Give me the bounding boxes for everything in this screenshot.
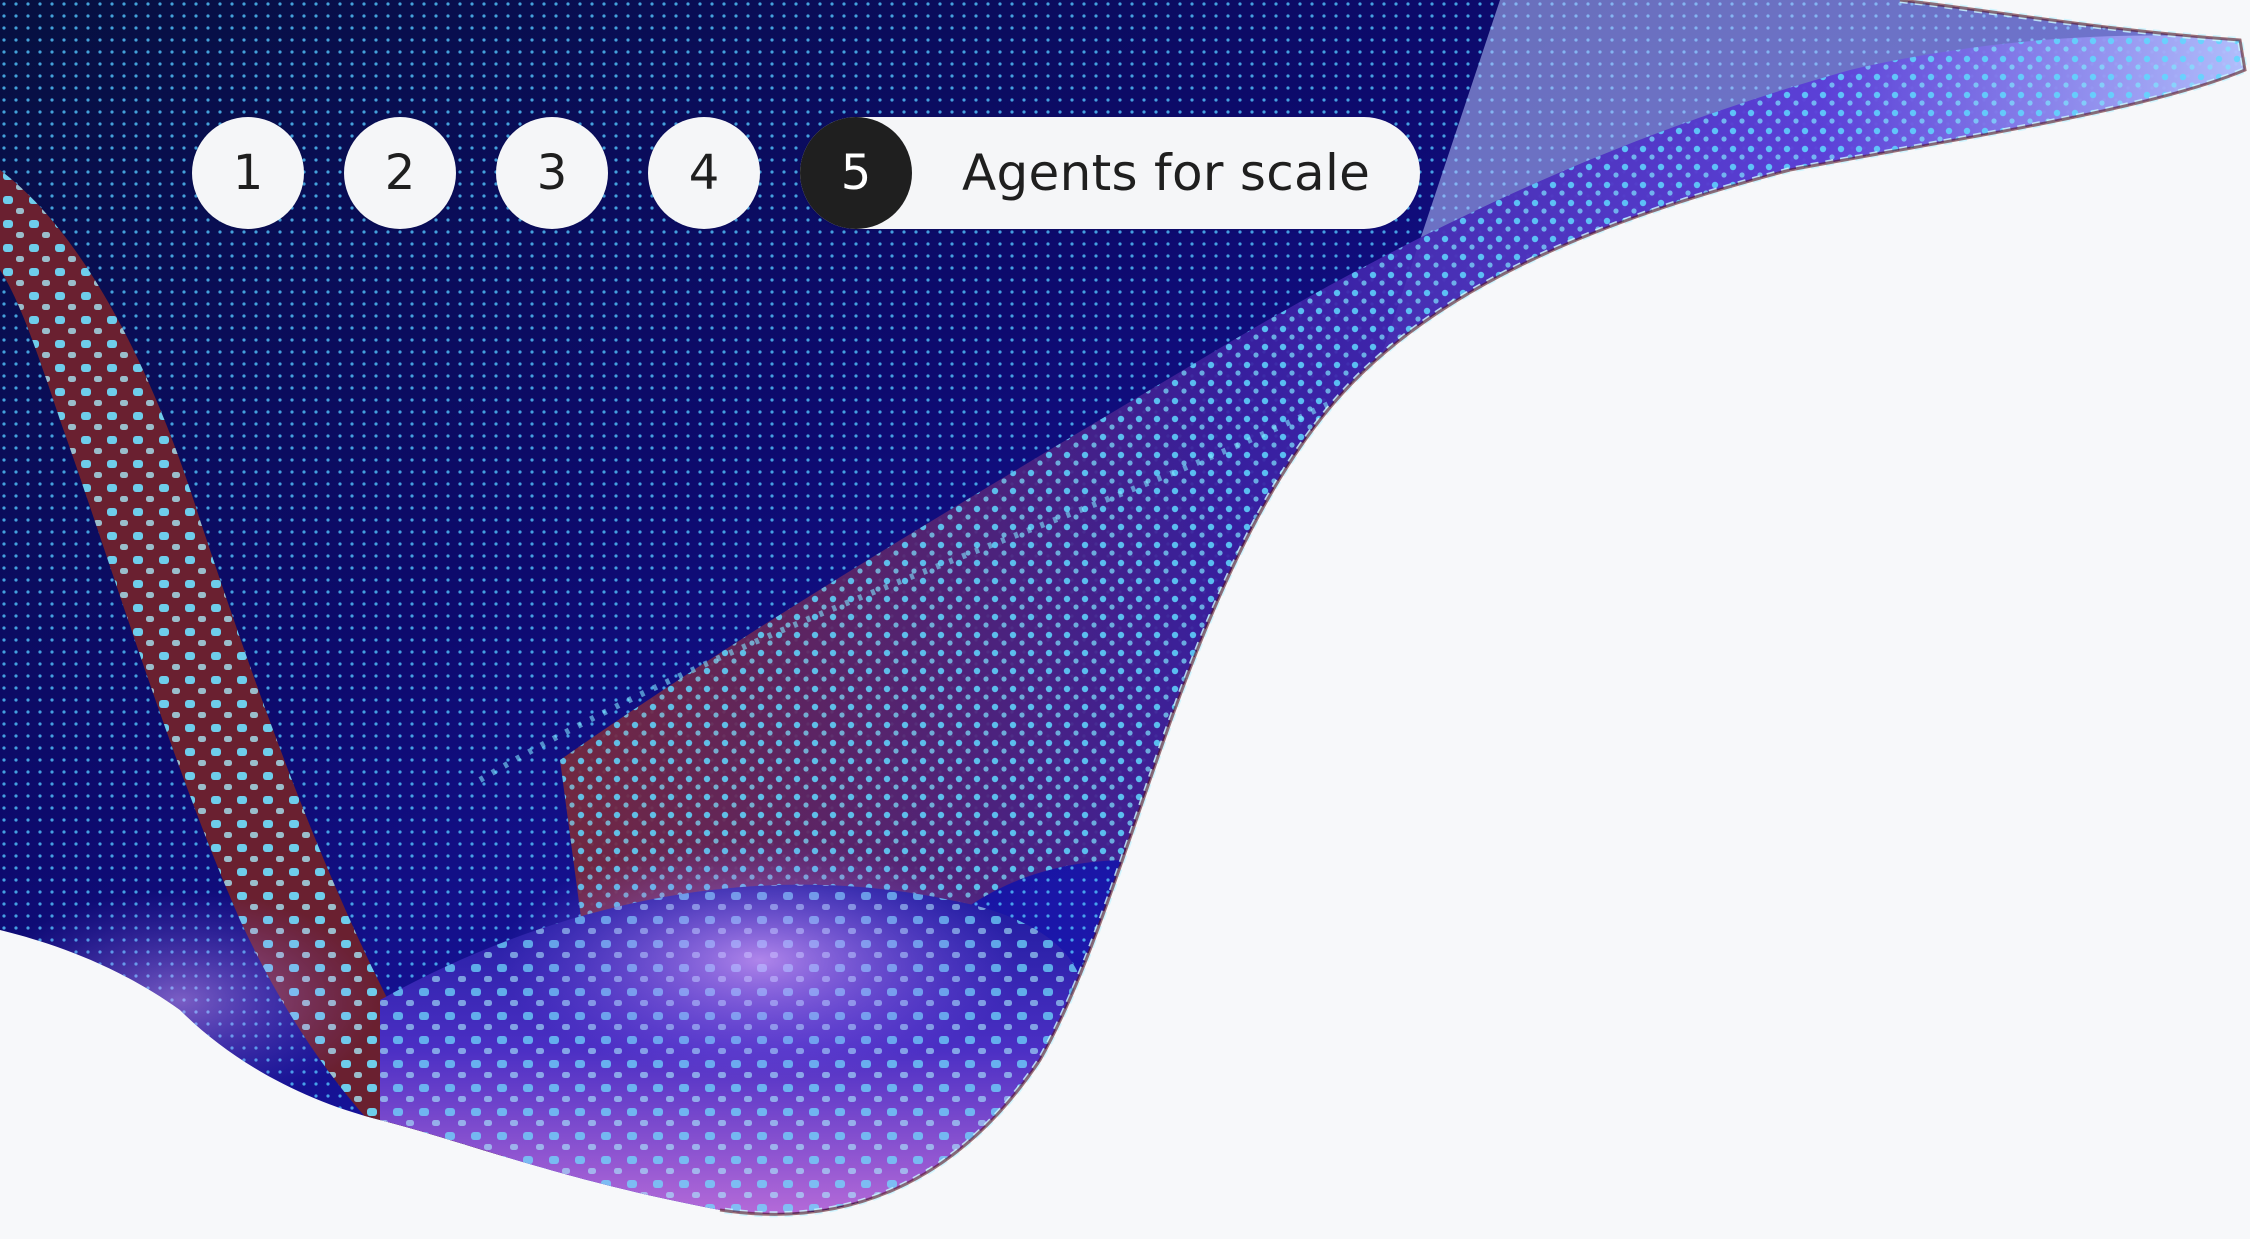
step-navigation: 1 2 3 4 5 Agents for scale — [192, 117, 1421, 229]
step-1-button[interactable]: 1 — [192, 117, 304, 229]
page: 1 2 3 4 5 Agents for scale — [0, 0, 2250, 1239]
step-2-button[interactable]: 2 — [344, 117, 456, 229]
step-5-active-button[interactable]: 5 Agents for scale — [800, 117, 1421, 229]
active-step-number: 5 — [800, 117, 912, 229]
step-4-button[interactable]: 4 — [648, 117, 760, 229]
step-3-button[interactable]: 3 — [496, 117, 608, 229]
active-step-label: Agents for scale — [962, 144, 1371, 202]
